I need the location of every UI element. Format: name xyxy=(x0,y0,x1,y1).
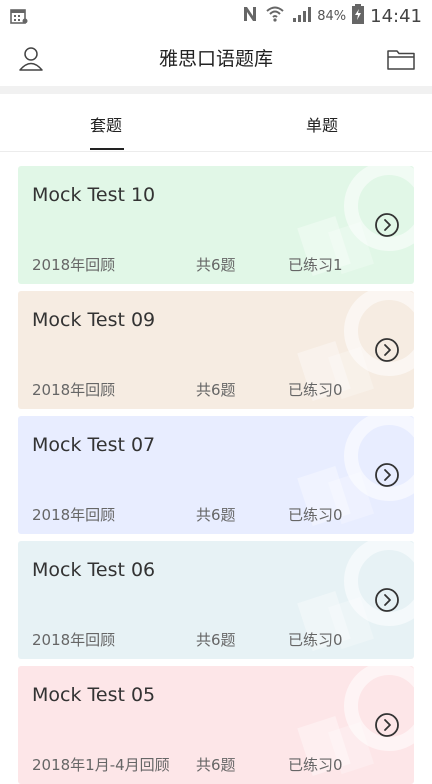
card-period: 2018年回顾 xyxy=(32,256,116,274)
card-count: 共6题 xyxy=(196,256,236,274)
card-practiced: 已练习0 xyxy=(288,381,343,399)
card-title: Mock Test 07 xyxy=(32,434,156,456)
card-title: Mock Test 06 xyxy=(32,559,156,581)
card-title: Mock Test 10 xyxy=(32,184,156,206)
card-period: 2018年回顾 xyxy=(32,631,116,649)
card-practiced: 已练习1 xyxy=(288,256,343,274)
page-title: 雅思口语题库 xyxy=(158,48,273,70)
card-count: 共6题 xyxy=(196,506,236,524)
mock-test-card[interactable]: Mock Test 10 2018年回顾 共6题 已练习1 xyxy=(18,166,414,284)
clock-time: 14:41 xyxy=(370,5,422,27)
calendar-icon xyxy=(10,7,28,29)
card-count: 共6题 xyxy=(196,381,236,399)
header-divider xyxy=(0,86,432,94)
card-period: 2018年回顾 xyxy=(32,381,116,399)
card-practiced: 已练习0 xyxy=(288,756,343,774)
card-period: 2018年回顾 xyxy=(32,506,116,524)
status-bar: 84% 14:41 xyxy=(0,0,432,32)
chevron-right-circle-icon[interactable] xyxy=(374,337,400,363)
tab-sets[interactable]: 套题 xyxy=(90,112,122,136)
card-count: 共6题 xyxy=(196,631,236,649)
chevron-right-circle-icon[interactable] xyxy=(374,212,400,238)
mock-test-card[interactable]: Mock Test 05 2018年1月-4月回顾 共6题 已练习0 xyxy=(18,666,414,784)
card-period: 2018年1月-4月回顾 xyxy=(32,756,170,774)
folder-icon[interactable] xyxy=(386,44,416,74)
card-practiced: 已练习0 xyxy=(288,631,343,649)
app-bar: 雅思口语题库 xyxy=(0,32,432,86)
card-count: 共6题 xyxy=(196,756,236,774)
tab-indicator xyxy=(90,148,124,150)
battery-percent: 84% xyxy=(317,8,347,24)
chevron-right-circle-icon[interactable] xyxy=(374,587,400,613)
card-title: Mock Test 05 xyxy=(32,684,156,706)
tab-bar: 套题 单题 xyxy=(0,94,432,152)
wifi-icon xyxy=(265,4,285,28)
chevron-right-circle-icon[interactable] xyxy=(374,712,400,738)
card-title: Mock Test 09 xyxy=(32,309,156,331)
battery-icon xyxy=(352,4,365,28)
mock-test-card[interactable]: Mock Test 06 2018年回顾 共6题 已练习0 xyxy=(18,541,414,659)
chevron-right-circle-icon[interactable] xyxy=(374,462,400,488)
mock-test-card[interactable]: Mock Test 09 2018年回顾 共6题 已练习0 xyxy=(18,291,414,409)
card-practiced: 已练习0 xyxy=(288,506,343,524)
nfc-icon xyxy=(241,4,259,28)
signal-icon xyxy=(291,4,312,28)
mock-test-card[interactable]: Mock Test 07 2018年回顾 共6题 已练习0 xyxy=(18,416,414,534)
tab-single[interactable]: 单题 xyxy=(306,112,338,136)
